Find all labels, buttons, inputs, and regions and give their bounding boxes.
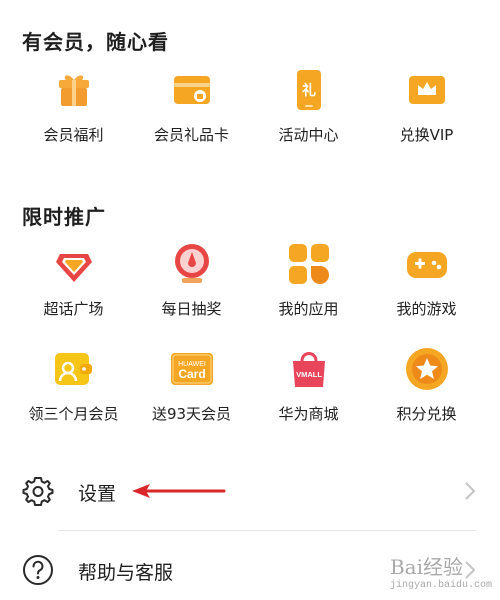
gear-icon [22, 477, 54, 506]
star-medal-icon [405, 348, 448, 390]
member-benefits-item[interactable]: 会员福利 [11, 68, 136, 158]
help-icon [23, 555, 53, 585]
my-games-label: 我的游戏 [396, 300, 457, 318]
gamepad-icon [406, 252, 447, 278]
promo-section-title: 限时推广 [22, 205, 106, 229]
gift-icon [58, 75, 89, 106]
member-gift-card-item[interactable]: 会员礼品卡 [129, 68, 254, 158]
baidu-jingyan-watermark: Bai经验 jingyan.baidu.com [390, 551, 492, 591]
super-topic-label: 超话广场 [43, 300, 104, 318]
super-topic-item[interactable]: 超话广场 [11, 242, 136, 332]
diamond-icon [55, 254, 92, 282]
my-games-item[interactable]: 我的游戏 [364, 242, 489, 332]
watermark-main: Bai经验 [389, 555, 463, 579]
activity-center-item[interactable]: 礼 活动中心 [246, 68, 371, 158]
redeem-vip-label: 兑换VIP [399, 126, 454, 144]
points-exchange-label: 积分兑换 [396, 405, 457, 423]
crown-card-icon [408, 76, 445, 104]
member-gift-card-label: 会员礼品卡 [153, 126, 229, 144]
help-service-label: 帮助与客服 [78, 562, 174, 584]
apps-icon [288, 244, 329, 284]
ninety-three-days-member-item[interactable]: HUAWEI Card 送93天会员 [129, 347, 254, 437]
vmall-bag-icon: VMALL [292, 352, 325, 387]
member-benefits-label: 会员福利 [43, 126, 104, 144]
row-divider [58, 530, 476, 531]
chevron-right-icon [465, 482, 476, 500]
my-apps-label: 我的应用 [278, 300, 339, 318]
redeem-vip-item[interactable]: 兑换VIP [364, 68, 489, 158]
three-month-member-label: 领三个月会员 [28, 405, 119, 423]
ninety-three-days-member-label: 送93天会员 [151, 405, 232, 423]
vmall-text: VMALL [296, 370, 322, 379]
huawei-card-line2: Card [178, 367, 205, 381]
annotation-arrow [132, 484, 226, 498]
daily-lottery-item[interactable]: 每日抽奖 [129, 242, 254, 332]
gift-card-icon [173, 76, 210, 104]
three-month-member-item[interactable]: 领三个月会员 [11, 347, 136, 437]
phone-event-char: 礼 [302, 82, 316, 99]
phone-event-icon: 礼 [296, 70, 321, 110]
activity-center-label: 活动中心 [278, 126, 339, 144]
my-apps-item[interactable]: 我的应用 [246, 242, 371, 332]
settings-label: 设置 [78, 483, 117, 505]
daily-lottery-label: 每日抽奖 [161, 300, 222, 318]
lottery-icon [174, 244, 209, 283]
huawei-mall-label: 华为商城 [278, 405, 339, 423]
watermark-sub: jingyan.baidu.com [389, 580, 492, 591]
member-section-title: 有会员，随心看 [22, 30, 169, 54]
wallet-icon [54, 353, 92, 385]
huawei-mall-item[interactable]: VMALL 华为商城 [246, 347, 371, 437]
settings-row[interactable]: 设置 [0, 461, 500, 521]
huawei-card-icon: HUAWEI Card [170, 353, 213, 385]
points-exchange-item[interactable]: 积分兑换 [364, 347, 489, 437]
